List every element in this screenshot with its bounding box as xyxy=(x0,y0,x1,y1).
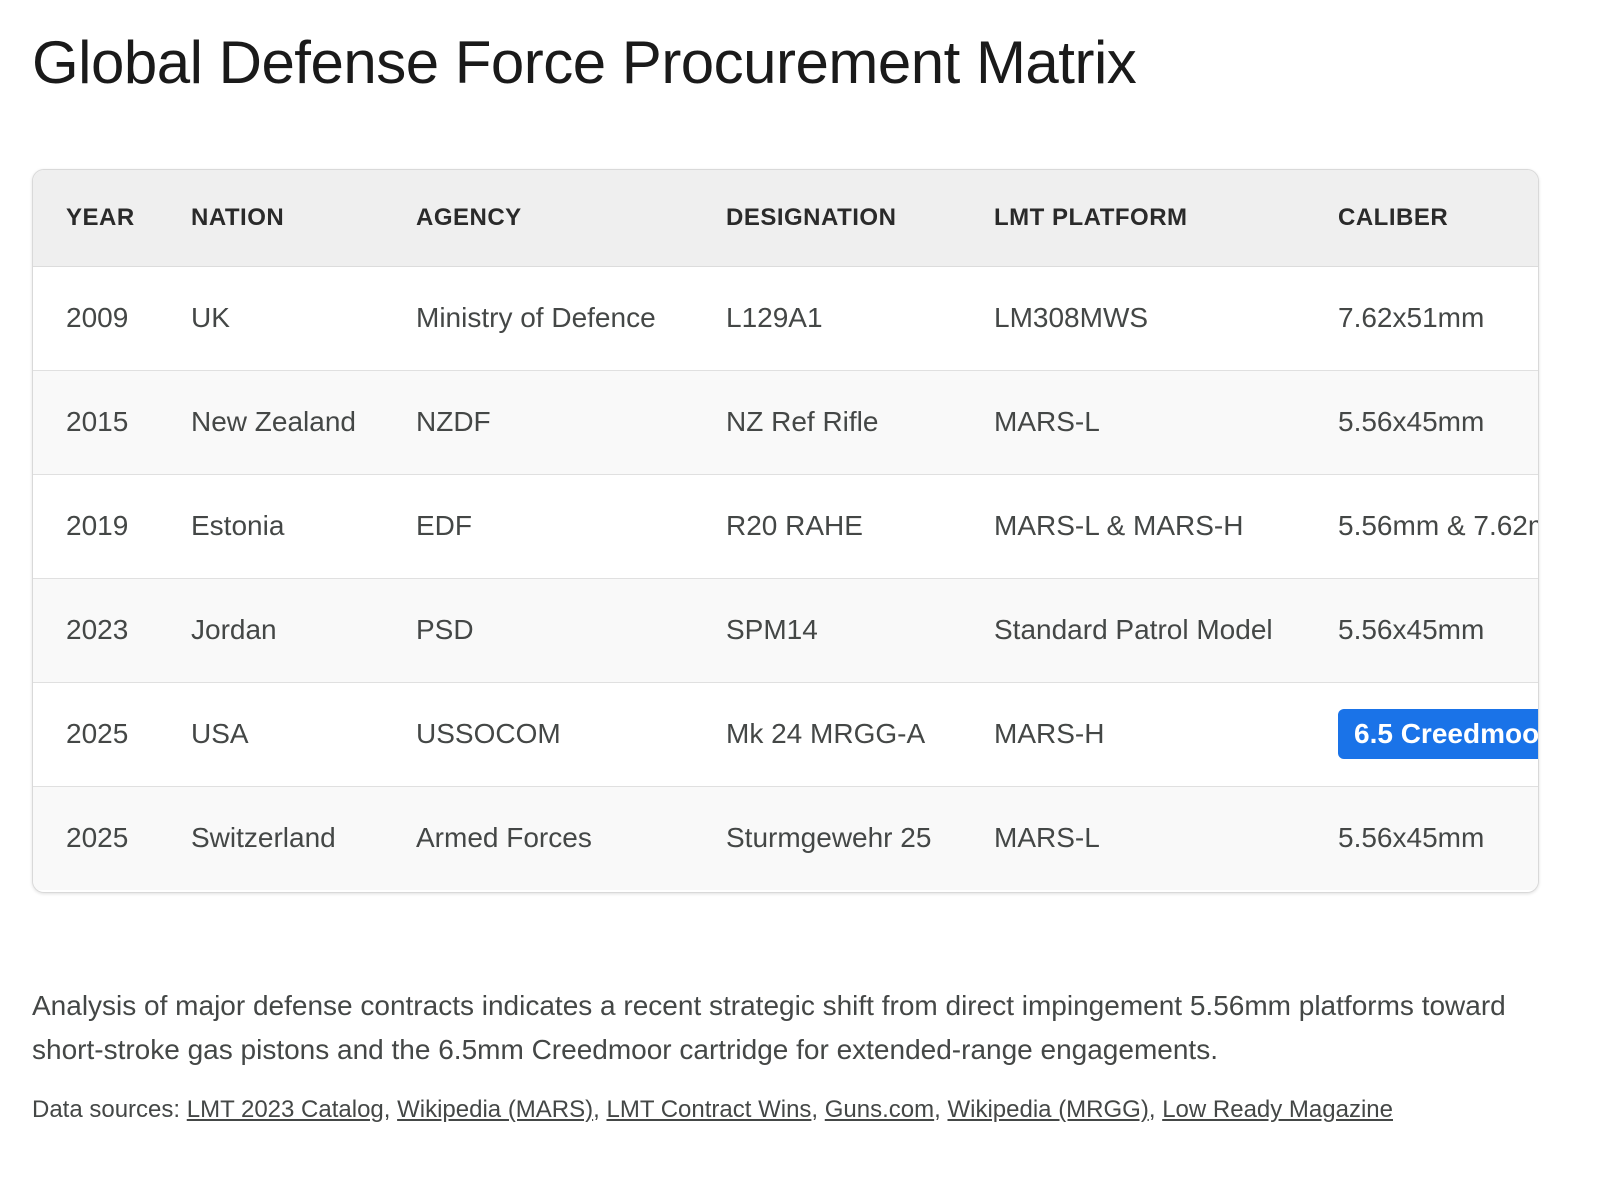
table-header: YEAR NATION AGENCY DESIGNATION LMT PLATF… xyxy=(33,170,1538,267)
cell-agency: Ministry of Defence xyxy=(383,266,693,371)
source-link-wikipedia-mrgg[interactable]: Wikipedia (MRGG) xyxy=(947,1096,1148,1123)
cell-nation: USA xyxy=(158,682,383,787)
source-link-low-ready-magazine[interactable]: Low Ready Magazine xyxy=(1162,1096,1393,1123)
cell-lmt-platform: MARS-L xyxy=(961,370,1305,475)
cell-agency: Armed Forces xyxy=(416,822,592,854)
cell-caliber: 5.56mm & 7.62mm xyxy=(1305,474,1538,579)
cell-designation: L129A1 xyxy=(693,266,961,371)
table-body: 2009 UK Ministry of Defence L129A1 LM308… xyxy=(33,266,1538,890)
header-nation: NATION xyxy=(158,170,383,267)
cell-year: 2015 xyxy=(33,370,158,475)
caliber-highlight-badge: 6.5 Creedmoor xyxy=(1338,709,1538,759)
source-link-wikipedia-mars[interactable]: Wikipedia (MARS) xyxy=(397,1096,593,1123)
table-row: 2025 Switzerland Armed Forces Sturmgeweh… xyxy=(33,786,1538,890)
source-link-lmt-contract-wins[interactable]: LMT Contract Wins xyxy=(606,1096,811,1123)
cell-designation: Sturmgewehr 25 xyxy=(726,822,932,854)
cell-year: 2019 xyxy=(33,474,158,579)
cell-caliber: 5.56x45mm xyxy=(1305,370,1538,475)
analysis-paragraph: Analysis of major defense contracts indi… xyxy=(32,990,1506,1065)
procurement-table-container[interactable]: YEAR NATION AGENCY DESIGNATION LMT PLATF… xyxy=(32,169,1539,893)
cell-nation: Switzerland xyxy=(191,822,336,854)
table-row: 2019 Estonia EDF R20 RAHE MARS-L & MARS-… xyxy=(33,474,1538,579)
procurement-table: YEAR NATION AGENCY DESIGNATION LMT PLATF… xyxy=(33,170,1538,890)
table-row: 2015 New Zealand NZDF NZ Ref Rifle MARS-… xyxy=(33,370,1538,475)
cell-designation: R20 RAHE xyxy=(693,474,961,579)
cell-caliber: 7.62x51mm xyxy=(1305,266,1538,371)
cell-lmt-platform: MARS-L xyxy=(994,822,1100,854)
cell-lmt-platform: MARS-L & MARS-H xyxy=(961,474,1305,579)
cell-year: 2025 xyxy=(66,822,129,854)
header-lmt-platform: LMT PLATFORM xyxy=(961,170,1305,267)
cell-agency: EDF xyxy=(383,474,693,579)
table-row: 2009 UK Ministry of Defence L129A1 LM308… xyxy=(33,266,1538,371)
header-designation: DESIGNATION xyxy=(693,170,961,267)
header-agency: AGENCY xyxy=(383,170,693,267)
sources-label: Data sources: xyxy=(32,1096,181,1123)
cell-nation: New Zealand xyxy=(158,370,383,475)
header-row: YEAR NATION AGENCY DESIGNATION LMT PLATF… xyxy=(33,170,1538,267)
cell-caliber: 5.56x45mm xyxy=(1305,578,1538,683)
cell-nation: Jordan xyxy=(158,578,383,683)
cell-agency: PSD xyxy=(383,578,693,683)
cell-caliber: 6.5 Creedmoor xyxy=(1305,682,1538,787)
cell-agency: USSOCOM xyxy=(383,682,693,787)
page-title: Global Defense Force Procurement Matrix xyxy=(32,29,1137,96)
cell-designation: NZ Ref Rifle xyxy=(693,370,961,475)
header-year: YEAR xyxy=(33,170,158,267)
cell-lmt-platform: MARS-H xyxy=(961,682,1305,787)
source-link-lmt-2023-catalog[interactable]: LMT 2023 Catalog xyxy=(187,1096,384,1123)
cell-nation: UK xyxy=(158,266,383,371)
cell-year: 2025 xyxy=(33,682,158,787)
cell-year: 2009 xyxy=(33,266,158,371)
cell-nation: Estonia xyxy=(158,474,383,579)
cell-lmt-platform: LM308MWS xyxy=(961,266,1305,371)
cell-agency: NZDF xyxy=(383,370,693,475)
cell-year: 2023 xyxy=(33,578,158,683)
cell-caliber: 5.56x45mm xyxy=(1338,822,1485,854)
data-sources: Data sources: LMT 2023 Catalog, Wikipedi… xyxy=(32,1096,1393,1123)
table-row: 2025 USA USSOCOM Mk 24 MRGG-A MARS-H 6.5… xyxy=(33,682,1538,787)
source-link-guns-com[interactable]: Guns.com xyxy=(825,1096,934,1123)
table-row: 2023 Jordan PSD SPM14 Standard Patrol Mo… xyxy=(33,578,1538,683)
header-caliber: CALIBER xyxy=(1305,170,1538,267)
cell-lmt-platform: Standard Patrol Model xyxy=(961,578,1305,683)
cell-designation: Mk 24 MRGG-A xyxy=(693,682,961,787)
cell-designation: SPM14 xyxy=(693,578,961,683)
